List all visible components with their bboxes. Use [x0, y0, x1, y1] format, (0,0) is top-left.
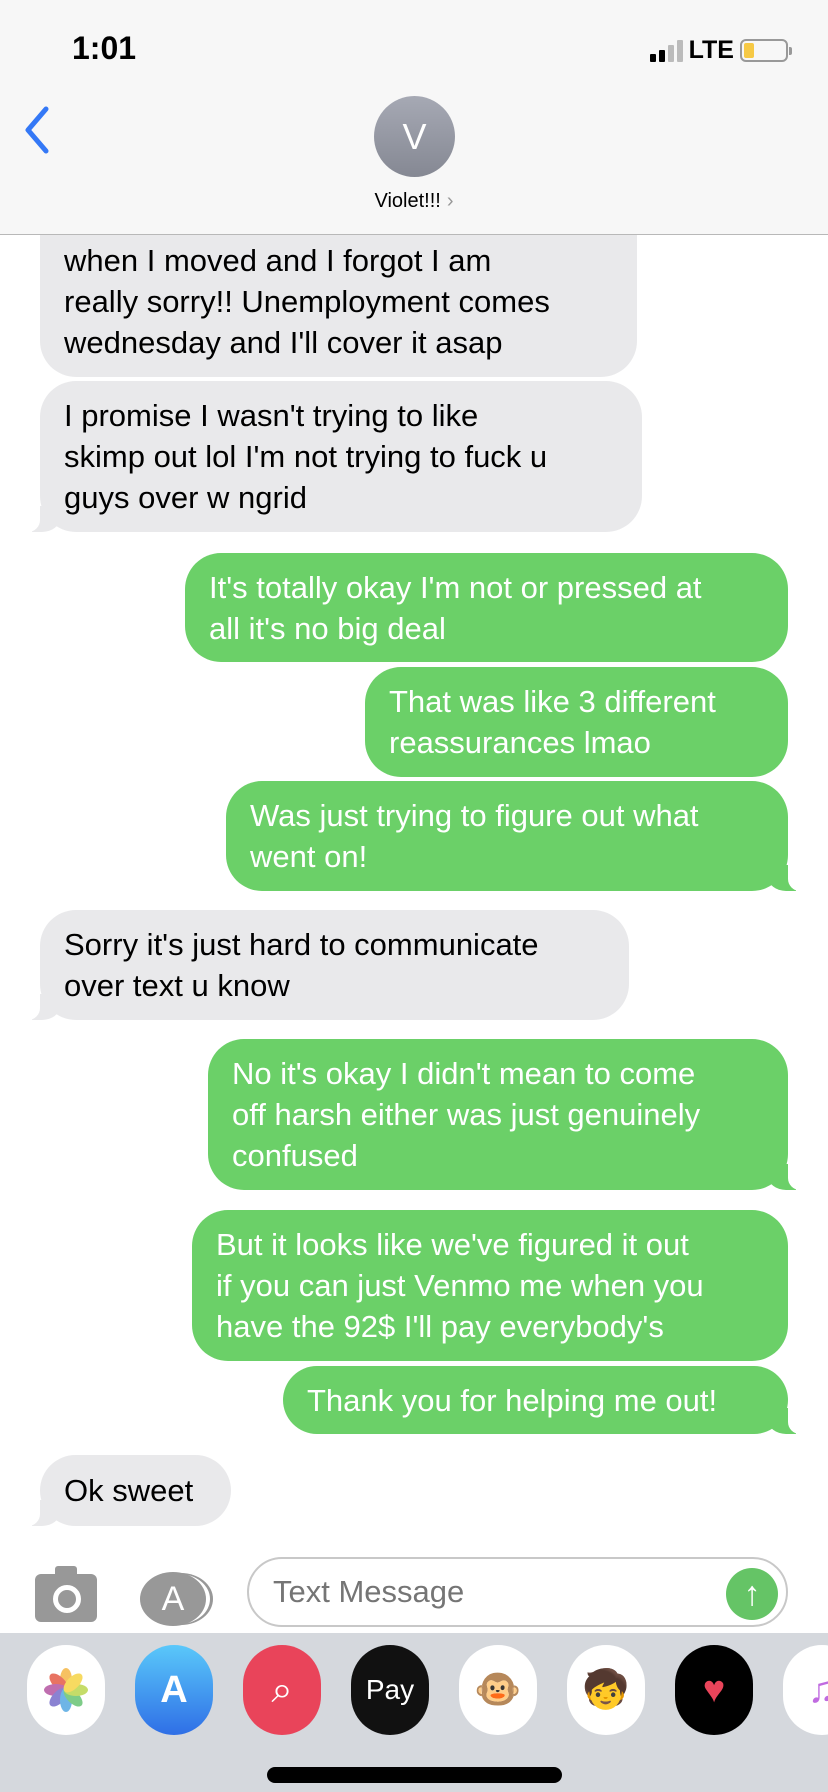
music-app-icon[interactable]: ♫ — [783, 1645, 828, 1735]
apple-pay-label: Pay — [365, 1674, 415, 1705]
message-text-line: went on! — [250, 839, 368, 874]
status-time: 1:01 — [72, 30, 137, 66]
message-text-line: really sorry!! Unemployment comes — [64, 284, 550, 319]
message-text-line: if you can just Venmo me when you — [216, 1268, 704, 1303]
message-text-line: confused — [232, 1138, 358, 1173]
network-label: LTE — [688, 36, 734, 64]
message-text-line: all it's no big deal — [209, 610, 446, 646]
sent-message-bubble[interactable]: But it looks like we've figured it out if… — [192, 1210, 788, 1361]
photos-app-icon[interactable] — [27, 1645, 105, 1735]
battery-icon — [740, 39, 792, 62]
digital-touch-app-icon[interactable]: ♥ — [675, 1645, 753, 1735]
sent-message-bubble[interactable]: Was just trying to figure out what went o… — [226, 781, 806, 891]
app-store-icon[interactable]: A — [140, 1572, 206, 1626]
message-text-line: wednesday and I'll cover it asap — [64, 325, 503, 360]
message-text-line: guys over w ngrid — [64, 480, 307, 515]
message-text-line: Ok sweet — [64, 1473, 194, 1508]
received-message-bubble[interactable]: I promise I wasn't trying to like skimp o… — [22, 381, 642, 532]
contact-avatar[interactable]: V — [374, 96, 455, 177]
message-text-line: Sorry it's just hard to communicate — [64, 927, 539, 962]
message-text-line: reassurances lmao — [389, 725, 651, 760]
message-text-line: I promise I wasn't trying to like — [64, 398, 479, 433]
message-input[interactable] — [247, 1557, 788, 1627]
message-text-line: No it's okay I didn't mean to come — [232, 1056, 696, 1091]
contact-name[interactable]: Violet!!! › — [0, 190, 828, 213]
chevron-right-icon: › — [446, 190, 454, 212]
message-text-line: have the 92$ I'll pay everybody's — [216, 1309, 664, 1344]
message-text-line: It's totally okay I'm not or pressed at — [209, 569, 702, 605]
send-button[interactable]: ↑ — [726, 1568, 778, 1620]
message-text-line: But it looks like we've figured it out — [216, 1227, 689, 1262]
sent-message-bubble[interactable]: No it's okay I didn't mean to come off ha… — [208, 1039, 806, 1190]
received-message-bubble[interactable]: Sorry it's just hard to communicate over … — [22, 910, 629, 1020]
sent-message-bubble[interactable]: That was like 3 different reassurances lm… — [365, 667, 788, 777]
message-text-line: skimp out lol I'm not trying to fuck u — [64, 439, 548, 474]
contact-name-label: Violet!!! — [374, 190, 441, 212]
message-text-line: over text u know — [64, 968, 290, 1003]
message-text-line: when I moved and I forgot I am — [64, 243, 492, 278]
animoji-app-icon[interactable]: 🐵 — [459, 1645, 537, 1735]
received-message-bubble[interactable]: Ok sweet — [22, 1455, 231, 1526]
status-icons: LTE — [649, 36, 792, 65]
back-chevron-icon[interactable] — [22, 105, 52, 155]
app-store-app-icon[interactable]: A — [135, 1645, 213, 1735]
message-text-line: Was just trying to figure out what — [250, 798, 699, 833]
apple-pay-app-icon[interactable]: Pay — [351, 1645, 429, 1735]
sent-message-bubble[interactable]: It's totally okay I'm not or pressed at a… — [185, 553, 788, 662]
home-indicator[interactable] — [267, 1767, 562, 1783]
signal-icon — [649, 39, 683, 62]
memoji-app-icon[interactable]: 🧒 — [567, 1645, 645, 1735]
sent-message-bubble[interactable]: Thank you for helping me out! — [283, 1366, 806, 1434]
conversation-header: 1:01 LTE V Violet!!! › — [0, 0, 828, 235]
message-text-line: Thank you for helping me out! — [307, 1382, 718, 1418]
camera-icon[interactable] — [35, 1566, 97, 1622]
web-search-app-icon[interactable]: ⌕ — [243, 1645, 321, 1735]
message-text-line: off harsh either was just genuinely — [232, 1097, 701, 1132]
composer-bar: A ↑ — [0, 1540, 828, 1633]
message-text-line: That was like 3 different — [389, 684, 716, 719]
